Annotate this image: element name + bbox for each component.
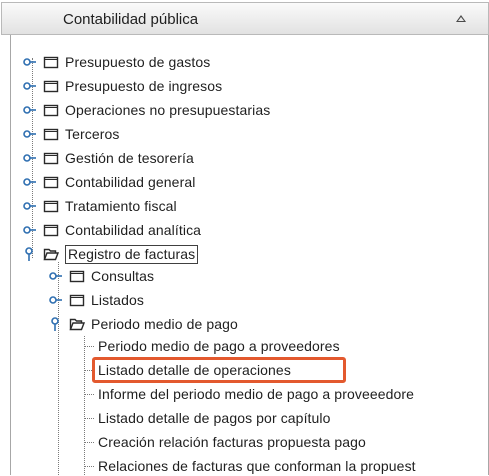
- tree-item-label: Presupuesto de ingresos: [65, 78, 223, 94]
- highlight-box: [92, 357, 346, 383]
- tree-connector: [84, 346, 94, 347]
- tree-item-label: Gestión de tesorería: [65, 150, 194, 166]
- tree-leaf-relaciones-facturas[interactable]: Relaciones de facturas que conforman la …: [98, 456, 416, 476]
- folder-icon: [43, 80, 59, 93]
- folder-icon: [43, 128, 59, 141]
- tree-connector: [84, 466, 94, 467]
- collapsed-node-icon[interactable]: [23, 151, 37, 165]
- tree-item-tratamiento-fiscal[interactable]: Tratamiento fiscal: [23, 196, 177, 216]
- open-folder-icon: [43, 248, 59, 261]
- tree-item-listados[interactable]: Listados: [49, 290, 144, 310]
- collapsed-node-icon[interactable]: [23, 199, 37, 213]
- expanded-node-icon[interactable]: [49, 317, 63, 331]
- tree-connector: [84, 418, 94, 419]
- tree-leaf-label: Informe del periodo medio de pago a prov…: [98, 386, 415, 402]
- folder-icon: [43, 104, 59, 117]
- collapsed-node-icon[interactable]: [23, 103, 37, 117]
- tree-item-label: Tratamiento fiscal: [65, 198, 177, 214]
- folder-icon: [43, 176, 59, 189]
- tree-panel: Contabilidad pública Presupuesto de gast…: [0, 0, 489, 475]
- folder-icon: [43, 152, 59, 165]
- folder-icon: [69, 294, 85, 307]
- collapsed-node-icon[interactable]: [23, 175, 37, 189]
- tree-leaf-listado-pagos-capitulo[interactable]: Listado detalle de pagos por capítulo: [98, 408, 331, 428]
- collapsed-node-icon[interactable]: [23, 223, 37, 237]
- tree-item-gestion-tesoreria[interactable]: Gestión de tesorería: [23, 148, 194, 168]
- tree-item-presupuesto-ingresos[interactable]: Presupuesto de ingresos: [23, 76, 222, 96]
- collapsed-node-icon[interactable]: [23, 79, 37, 93]
- navigation-tree: Presupuesto de gastos Presupuesto de ing…: [0, 0, 489, 475]
- tree-item-presupuesto-gastos[interactable]: Presupuesto de gastos: [23, 52, 210, 72]
- tree-item-label: Operaciones no presupuestarias: [65, 102, 271, 118]
- tree-connector: [84, 336, 85, 475]
- tree-item-terceros[interactable]: Terceros: [23, 124, 119, 144]
- tree-item-contabilidad-general[interactable]: Contabilidad general: [23, 172, 195, 192]
- tree-connector: [84, 394, 94, 395]
- tree-item-registro-facturas[interactable]: Registro de facturas: [23, 244, 199, 264]
- tree-item-label: Consultas: [91, 268, 155, 284]
- tree-item-label: Periodo medio de pago: [91, 316, 238, 332]
- tree-item-operaciones-no-presupuestarias[interactable]: Operaciones no presupuestarias: [23, 100, 270, 120]
- tree-item-label: Listados: [91, 292, 144, 308]
- tree-item-contabilidad-analitica[interactable]: Contabilidad analítica: [23, 220, 201, 240]
- collapsed-node-icon[interactable]: [49, 269, 63, 283]
- tree-leaf-creacion-relacion[interactable]: Creación relación facturas propuesta pag…: [98, 432, 366, 452]
- folder-icon: [43, 200, 59, 213]
- collapsed-node-icon[interactable]: [23, 127, 37, 141]
- folder-icon: [43, 224, 59, 237]
- tree-item-label: Contabilidad general: [65, 174, 196, 190]
- tree-item-label: Contabilidad analítica: [65, 222, 202, 238]
- open-folder-icon: [69, 318, 85, 331]
- tree-connector: [84, 442, 94, 443]
- expanded-node-icon[interactable]: [23, 247, 37, 261]
- tree-leaf-label: Creación relación facturas propuesta pag…: [98, 434, 366, 450]
- tree-item-periodo-medio-pago[interactable]: Periodo medio de pago: [49, 314, 238, 334]
- tree-leaf-informe-periodo[interactable]: Informe del periodo medio de pago a prov…: [98, 384, 414, 404]
- tree-leaf-label: Listado detalle de pagos por capítulo: [98, 410, 331, 426]
- tree-item-label: Terceros: [65, 126, 120, 142]
- tree-item-label: Registro de facturas: [65, 244, 199, 264]
- collapsed-node-icon[interactable]: [49, 293, 63, 307]
- folder-icon: [43, 56, 59, 69]
- tree-leaf-periodo-proveedores[interactable]: Periodo medio de pago a proveedores: [98, 336, 340, 356]
- tree-item-consultas[interactable]: Consultas: [49, 266, 154, 286]
- tree-item-label: Presupuesto de gastos: [65, 54, 211, 70]
- collapsed-node-icon[interactable]: [23, 55, 37, 69]
- tree-leaf-label: Periodo medio de pago a proveedores: [98, 338, 340, 354]
- tree-leaf-label: Relaciones de facturas que conforman la …: [98, 458, 416, 474]
- folder-icon: [69, 270, 85, 283]
